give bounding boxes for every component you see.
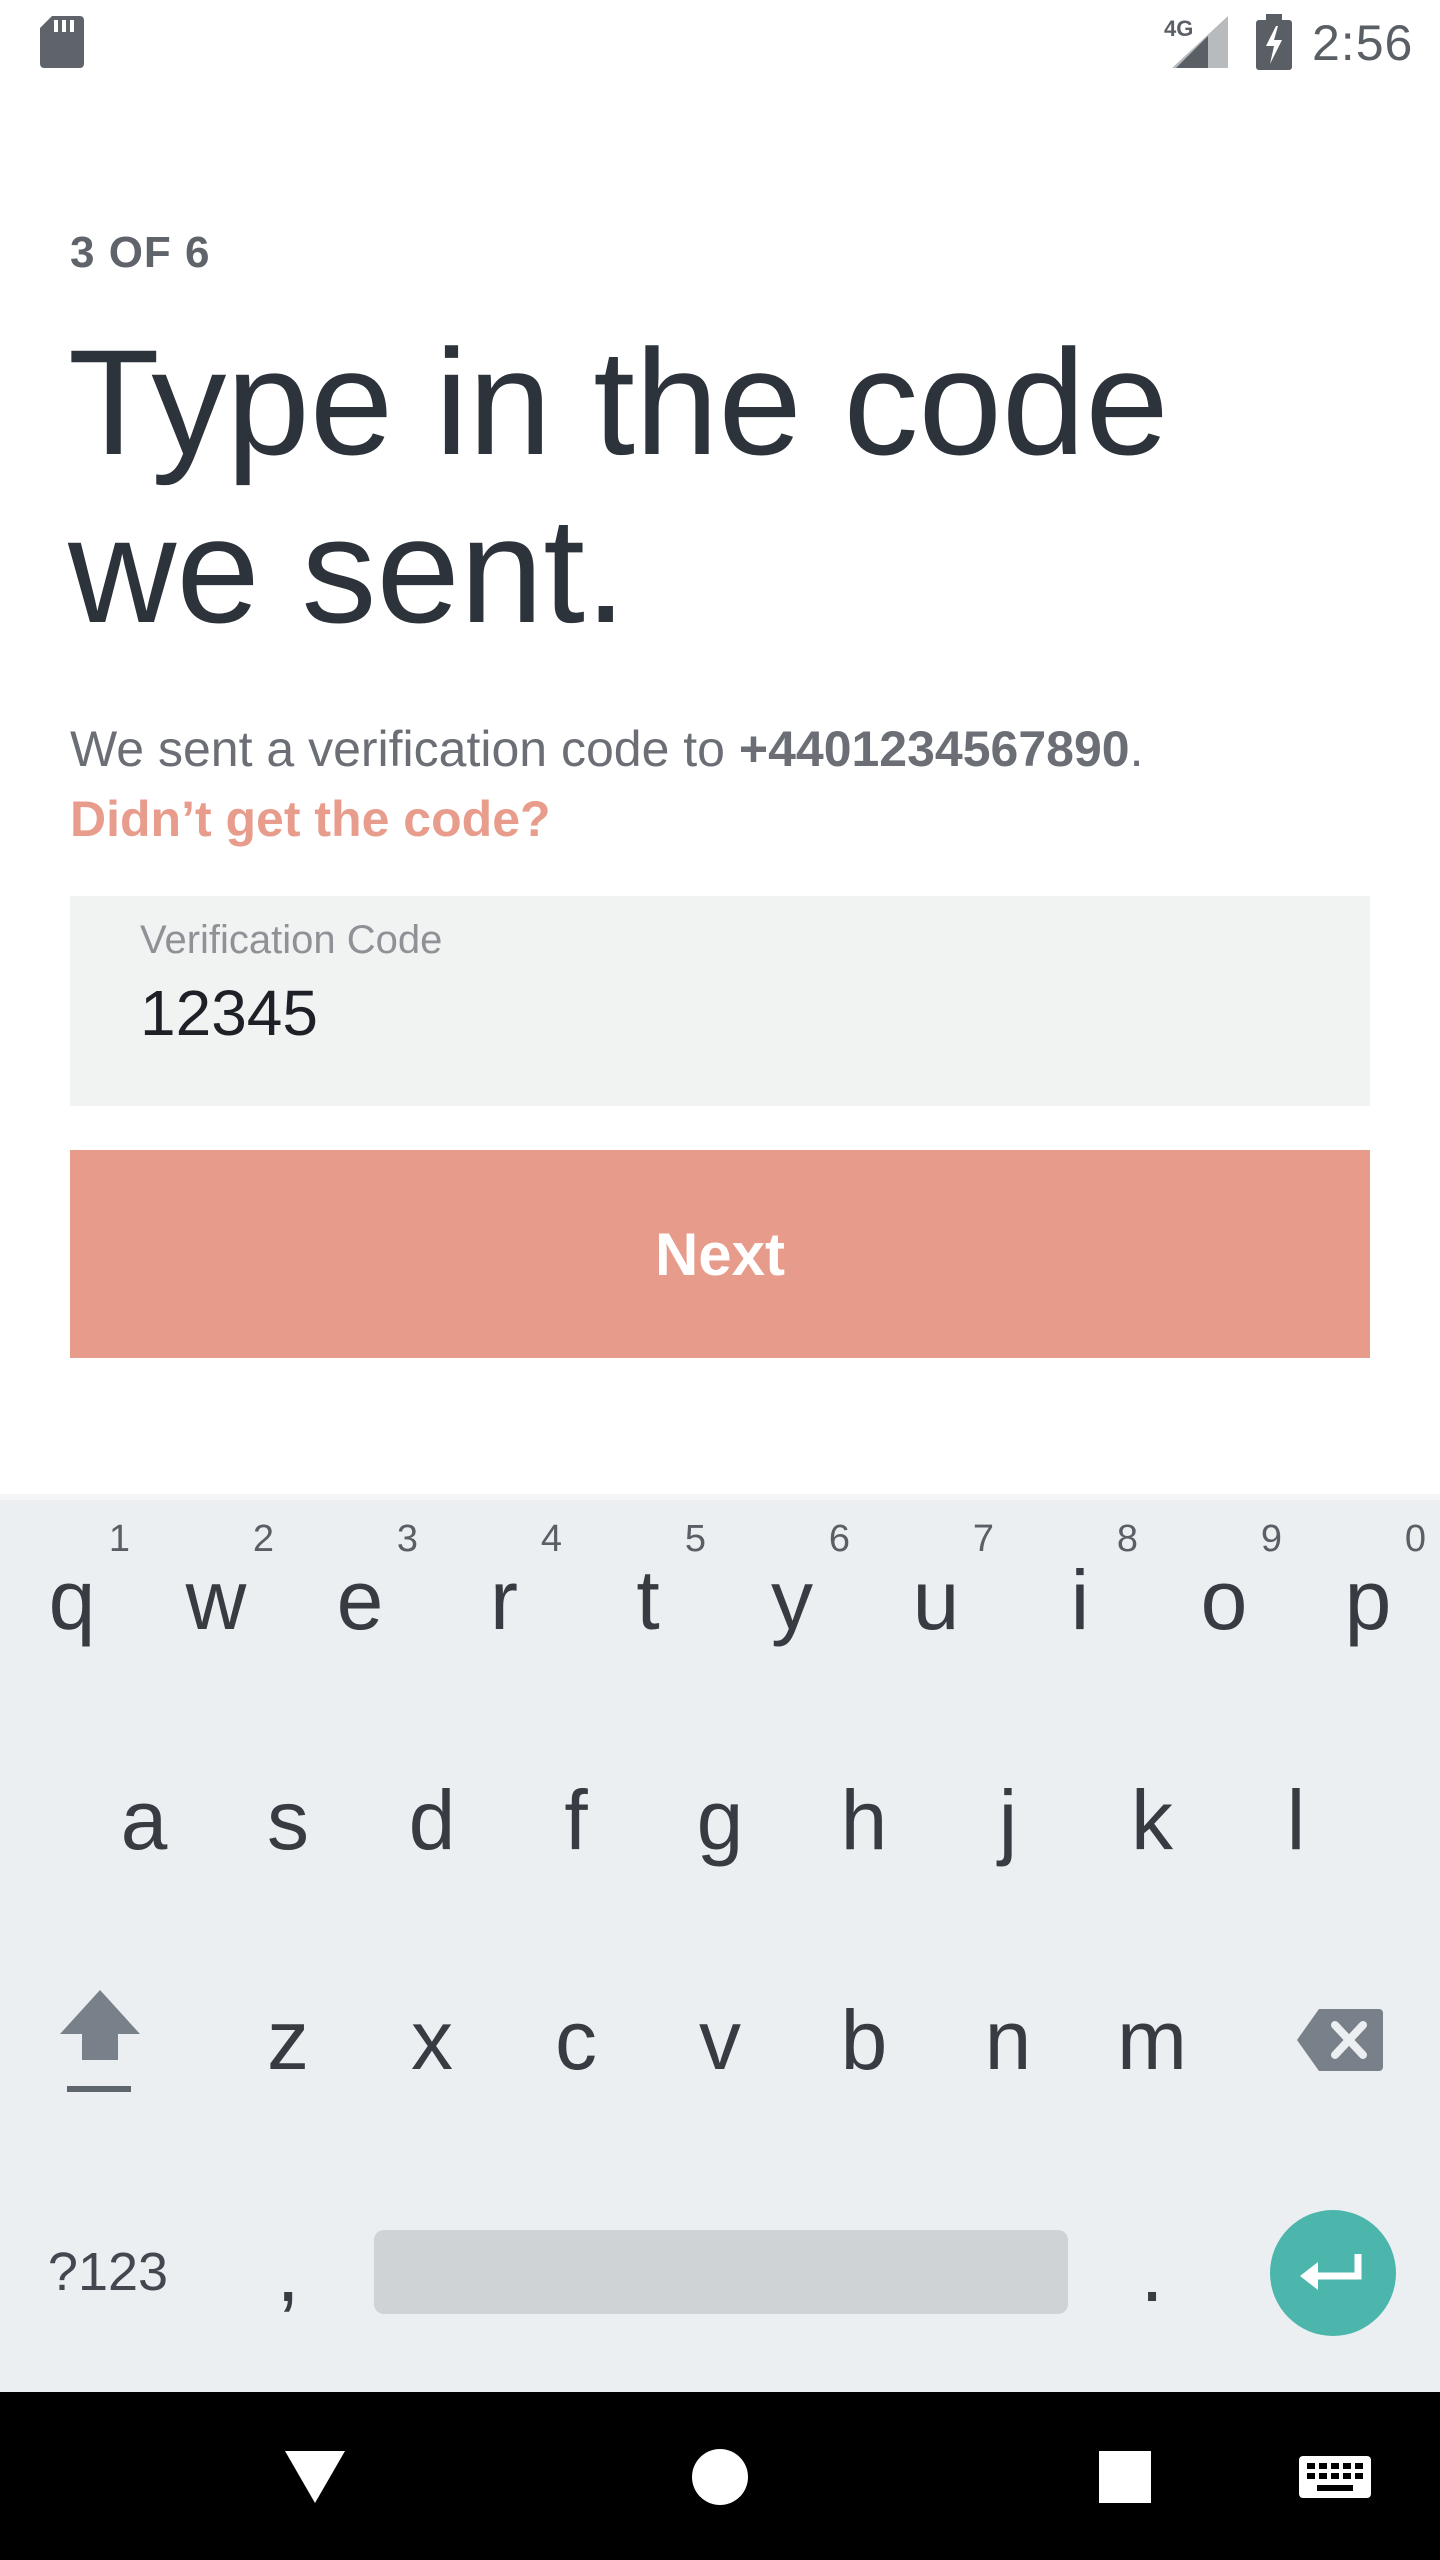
key-hint: 1 [108, 1518, 130, 1560]
comma-key[interactable]: , [216, 2172, 360, 2372]
key-hint: 8 [1116, 1518, 1138, 1560]
key-hint: 3 [396, 1518, 418, 1560]
period-key[interactable]: . [1080, 2172, 1224, 2372]
home-button[interactable] [675, 2432, 765, 2522]
recents-button[interactable] [1080, 2432, 1170, 2522]
step-indicator: 3 OF 6 [70, 228, 211, 277]
key-hint: 9 [1260, 1518, 1282, 1560]
key-hint: 4 [540, 1518, 562, 1560]
key-t[interactable]: t5 [576, 1500, 720, 1700]
home-icon [692, 2449, 748, 2505]
key-u[interactable]: u7 [864, 1500, 1008, 1700]
key-w[interactable]: w2 [144, 1500, 288, 1700]
space-key[interactable] [374, 2230, 1068, 2314]
backspace-icon [1297, 2009, 1383, 2071]
resend-code-link[interactable]: Didn’t get the code? [70, 790, 551, 848]
keyboard-icon [1299, 2456, 1371, 2498]
enter-icon [1300, 2254, 1362, 2290]
shift-key[interactable] [28, 1940, 172, 2140]
headline-line-1: Type in the code [68, 318, 1169, 486]
recents-icon [1099, 2451, 1151, 2503]
key-r[interactable]: r4 [432, 1500, 576, 1700]
key-c[interactable]: c [504, 1940, 648, 2140]
soft-keyboard: q1 w2 e3 r4 t5 y6 u7 i8 o9 p0 a s d f g … [0, 1494, 1440, 2392]
key-a[interactable]: a [72, 1720, 216, 1920]
symbols-key[interactable]: ?123 [36, 2172, 180, 2372]
info-suffix: . [1129, 721, 1144, 777]
key-e[interactable]: e3 [288, 1500, 432, 1700]
verification-code-label: Verification Code [140, 918, 443, 962]
key-f[interactable]: f [504, 1720, 648, 1920]
verification-code-field[interactable]: Verification Code 12345 [70, 896, 1370, 1106]
key-k[interactable]: k [1080, 1720, 1224, 1920]
sd-card-icon [40, 16, 84, 68]
key-h[interactable]: h [792, 1720, 936, 1920]
key-y[interactable]: y6 [720, 1500, 864, 1700]
back-icon [285, 2451, 345, 2503]
key-g[interactable]: g [648, 1720, 792, 1920]
status-clock: 2:56 [1312, 15, 1414, 71]
info-prefix: We sent a verification code to [70, 721, 739, 777]
key-hint: 0 [1404, 1518, 1426, 1560]
verification-info-text: We sent a verification code to +44012345… [70, 720, 1143, 778]
network-type-label: 4G [1164, 16, 1194, 41]
key-hint: 6 [828, 1518, 850, 1560]
key-l[interactable]: l [1224, 1720, 1368, 1920]
key-hint: 2 [252, 1518, 274, 1560]
key-i[interactable]: i8 [1008, 1500, 1152, 1700]
key-x[interactable]: x [360, 1940, 504, 2140]
status-bar: 4G 2:56 [0, 0, 1440, 84]
key-m[interactable]: m [1080, 1940, 1224, 2140]
verification-code-value: 12345 [140, 977, 318, 1049]
key-b[interactable]: b [792, 1940, 936, 2140]
next-button[interactable]: Next [70, 1150, 1370, 1358]
navigation-bar [0, 2392, 1440, 2560]
key-s[interactable]: s [216, 1720, 360, 1920]
key-p[interactable]: p0 [1296, 1500, 1440, 1700]
key-o[interactable]: o9 [1152, 1500, 1296, 1700]
shift-icon [60, 1990, 140, 2092]
key-hint: 7 [972, 1518, 994, 1560]
key-z[interactable]: z [216, 1940, 360, 2140]
enter-key[interactable] [1270, 2210, 1396, 2336]
key-j[interactable]: j [936, 1720, 1080, 1920]
back-button[interactable] [270, 2432, 360, 2522]
page-title: Type in the code we sent. [68, 318, 1368, 654]
backspace-key[interactable] [1268, 1940, 1412, 2140]
headline-line-2: we sent. [68, 486, 627, 654]
key-d[interactable]: d [360, 1720, 504, 1920]
key-q[interactable]: q1 [0, 1500, 144, 1700]
phone-number: +4401234567890 [738, 721, 1130, 777]
keyboard-switch-button[interactable] [1290, 2432, 1380, 2522]
key-v[interactable]: v [648, 1940, 792, 2140]
key-n[interactable]: n [936, 1940, 1080, 2140]
battery-charging-icon [1256, 14, 1292, 70]
key-hint: 5 [684, 1518, 706, 1560]
